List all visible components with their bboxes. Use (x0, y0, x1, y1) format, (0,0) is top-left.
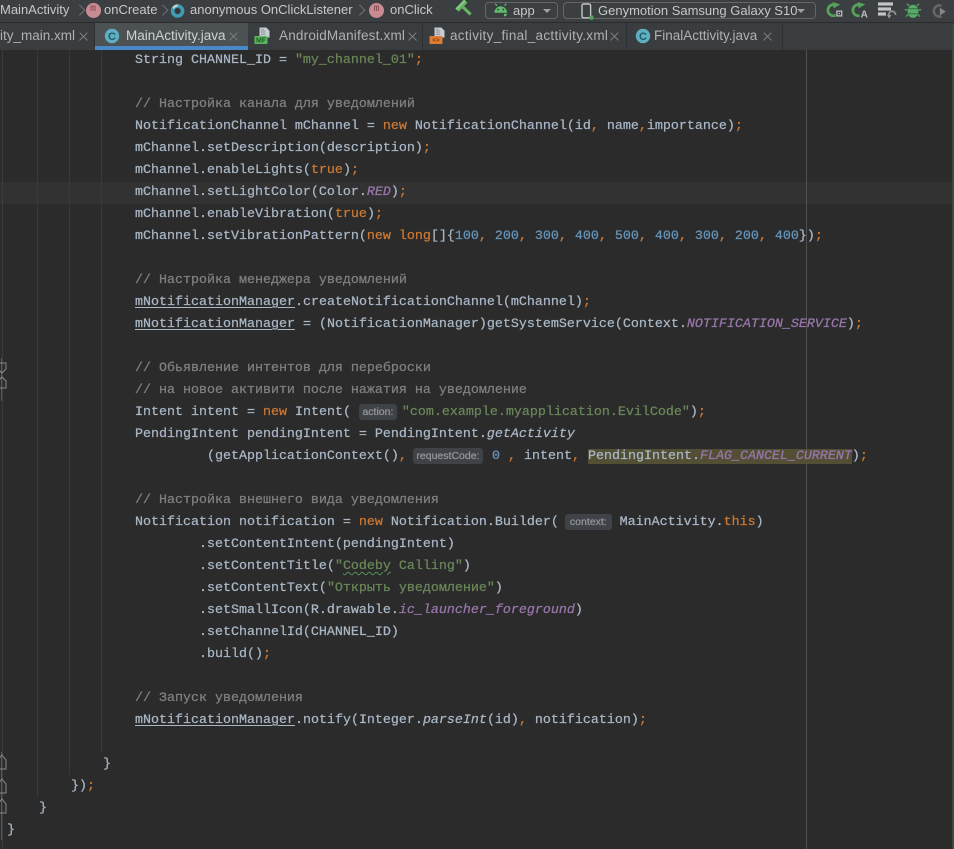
svg-text:<>: <> (432, 37, 440, 44)
svg-text:MF: MF (256, 37, 267, 44)
svg-text:C: C (639, 31, 647, 43)
svg-text:C: C (108, 31, 116, 43)
svg-text:A: A (861, 10, 868, 20)
